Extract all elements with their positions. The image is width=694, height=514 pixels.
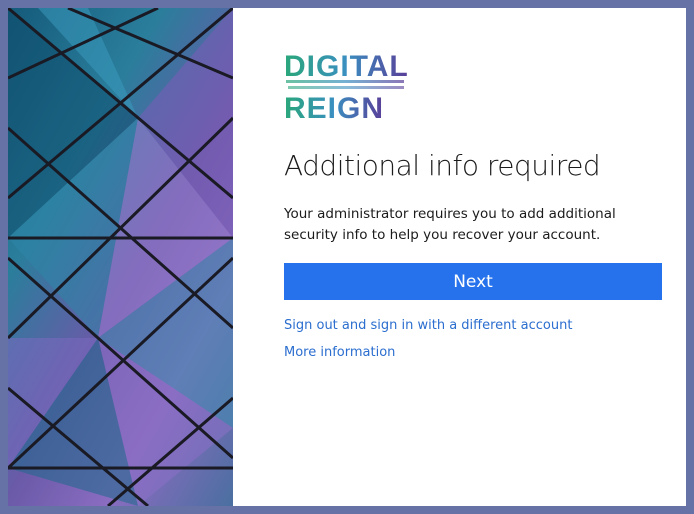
decorative-geometric-image (8, 8, 233, 506)
sign-out-different-account-link[interactable]: Sign out and sign in with a different ac… (284, 318, 572, 333)
page-title: Additional info required (284, 149, 601, 182)
svg-text:DIGITAL: DIGITAL (284, 50, 409, 83)
description-text: Your administrator requires you to add a… (284, 206, 616, 243)
sign-in-dialog: DIGITAL REIGN Additional info required Y… (8, 8, 686, 506)
svg-text:REIGN: REIGN (284, 92, 384, 122)
digital-reign-logo: DIGITAL REIGN (284, 50, 409, 126)
more-information-link[interactable]: More information (284, 345, 395, 360)
next-button[interactable]: Next (284, 263, 662, 300)
